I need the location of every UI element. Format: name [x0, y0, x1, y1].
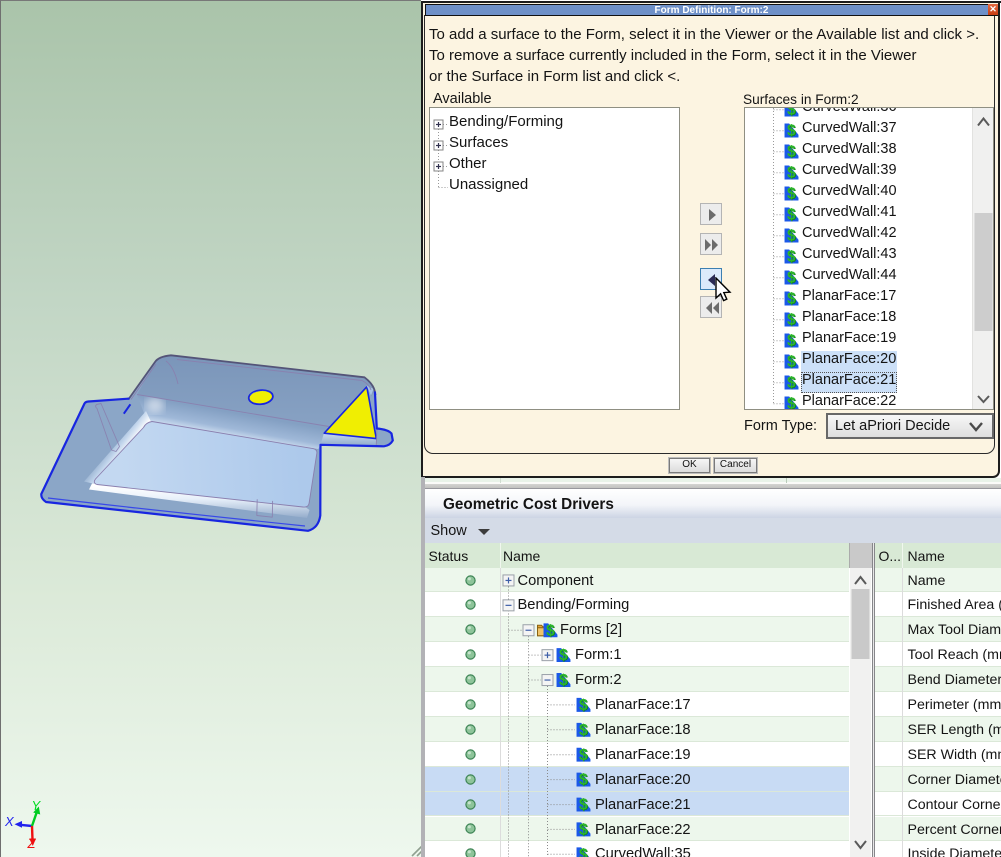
svg-text:Z: Z	[27, 836, 37, 851]
svg-text:Y: Y	[32, 798, 42, 813]
svg-text:X: X	[4, 814, 15, 829]
